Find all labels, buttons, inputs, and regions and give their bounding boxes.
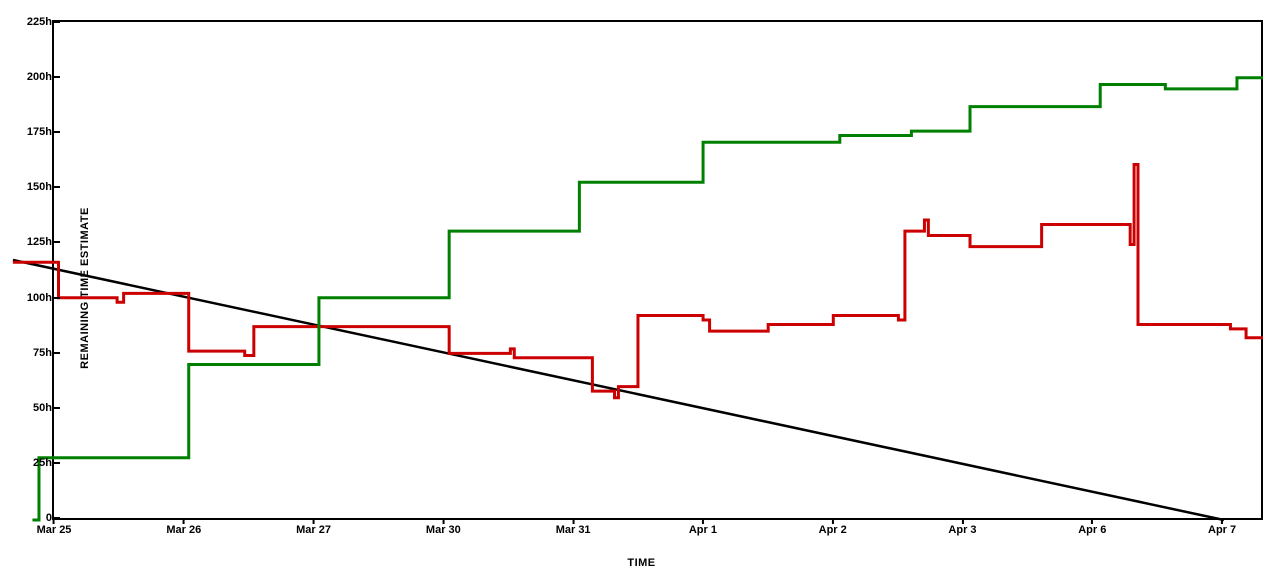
- x-tick: Apr 7: [1208, 524, 1236, 536]
- series-completed-scope: [32, 78, 1263, 520]
- plot-area: 025h50h75h100h125h150h175h200h225hMar 25…: [52, 20, 1263, 520]
- y-tick: 200h: [27, 71, 52, 83]
- chart-lines: [52, 20, 1263, 520]
- y-tick: 75h: [33, 347, 52, 359]
- x-tick: Apr 1: [689, 524, 717, 536]
- y-tick: 150h: [27, 181, 52, 193]
- x-tick: Apr 6: [1078, 524, 1106, 536]
- x-tick: Mar 30: [426, 524, 461, 536]
- x-tick: Apr 2: [819, 524, 847, 536]
- y-tick: 100h: [27, 292, 52, 304]
- x-tick: Mar 31: [556, 524, 591, 536]
- y-tick: 225h: [27, 16, 52, 28]
- y-tick: 125h: [27, 236, 52, 248]
- x-tick: Apr 3: [948, 524, 976, 536]
- series-remaining-estimate: [13, 164, 1263, 397]
- y-tick: 25h: [33, 457, 52, 469]
- y-tick: 50h: [33, 402, 52, 414]
- burndown-chart: REMAINING TIME ESTIMATE TIME 025h50h75h1…: [0, 0, 1283, 575]
- x-tick: Mar 26: [166, 524, 201, 536]
- x-axis-label: TIME: [627, 557, 655, 569]
- y-tick: 175h: [27, 126, 52, 138]
- y-tick: 0: [46, 512, 52, 524]
- x-tick: Mar 27: [296, 524, 331, 536]
- x-tick: Mar 25: [37, 524, 72, 536]
